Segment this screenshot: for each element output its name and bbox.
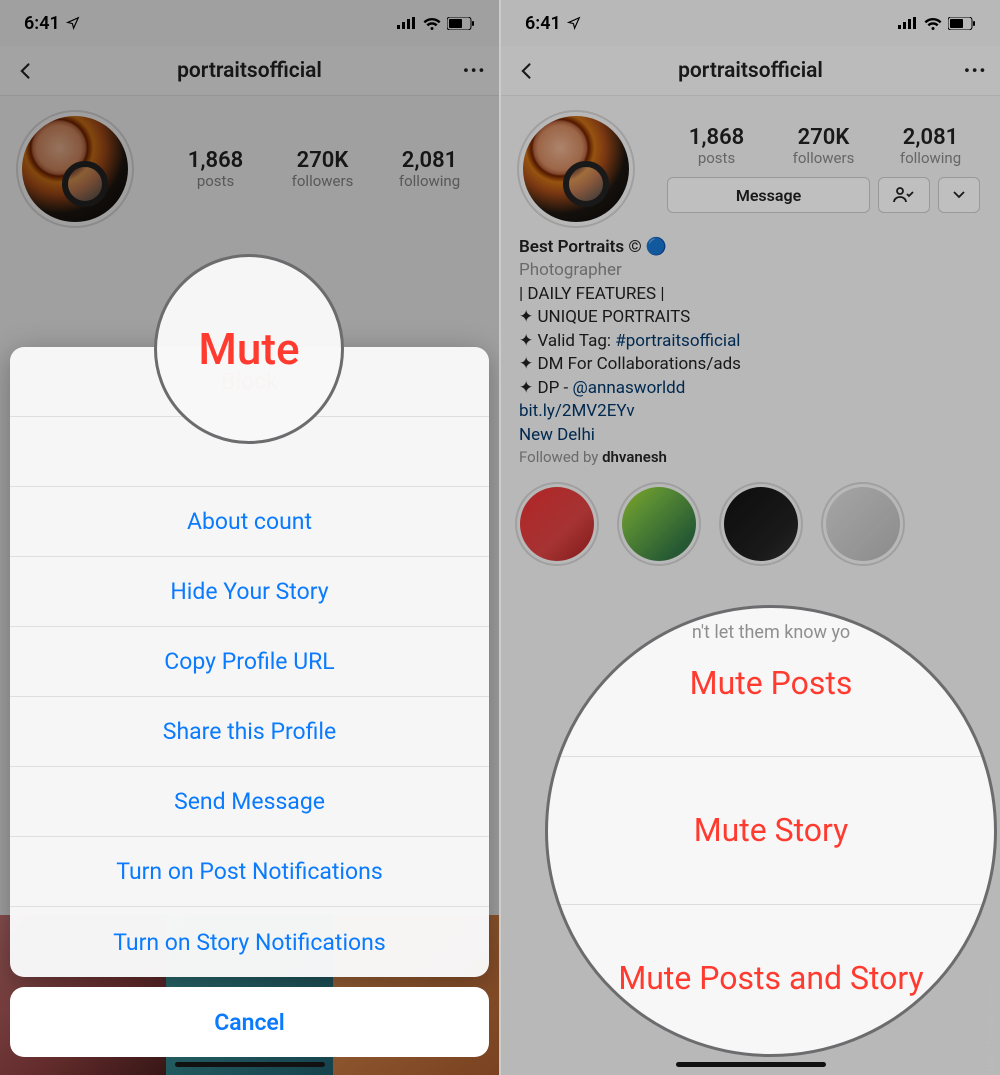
mute-story-button[interactable]: Mute Story: [548, 757, 994, 904]
sheet-hide-story[interactable]: Hide Your Story: [10, 557, 489, 627]
sheet-cancel[interactable]: Cancel: [10, 987, 489, 1057]
sheet-post-notif[interactable]: Turn on Post Notifications: [10, 837, 489, 907]
sheet-copy-url[interactable]: Copy Profile URL: [10, 627, 489, 697]
phone-right: 6:41 portraitsofficial ••• 1,868 posts: [501, 0, 1000, 1075]
mute-highlight-label: Mute: [198, 323, 299, 375]
action-sheet: Block About count Hide Your Story Copy P…: [10, 347, 489, 1057]
sheet-story-notif[interactable]: Turn on Story Notifications: [10, 907, 489, 977]
phone-left: 6:41 portraitsofficial ••• 1,868 posts: [0, 0, 499, 1075]
sheet-about[interactable]: About count: [10, 487, 489, 557]
home-indicator[interactable]: [676, 1062, 826, 1067]
mute-highlight-circle: Mute: [154, 254, 344, 444]
watermark: www.deoaq.com: [985, 984, 996, 1072]
sheet-send-msg[interactable]: Send Message: [10, 767, 489, 837]
sheet-share[interactable]: Share this Profile: [10, 697, 489, 767]
home-indicator[interactable]: [175, 1062, 325, 1067]
mute-options-highlight-circle: n't let them know yo Mute Posts Mute Sto…: [545, 605, 997, 1057]
sheet-hint-text: n't let them know yo: [548, 622, 994, 643]
